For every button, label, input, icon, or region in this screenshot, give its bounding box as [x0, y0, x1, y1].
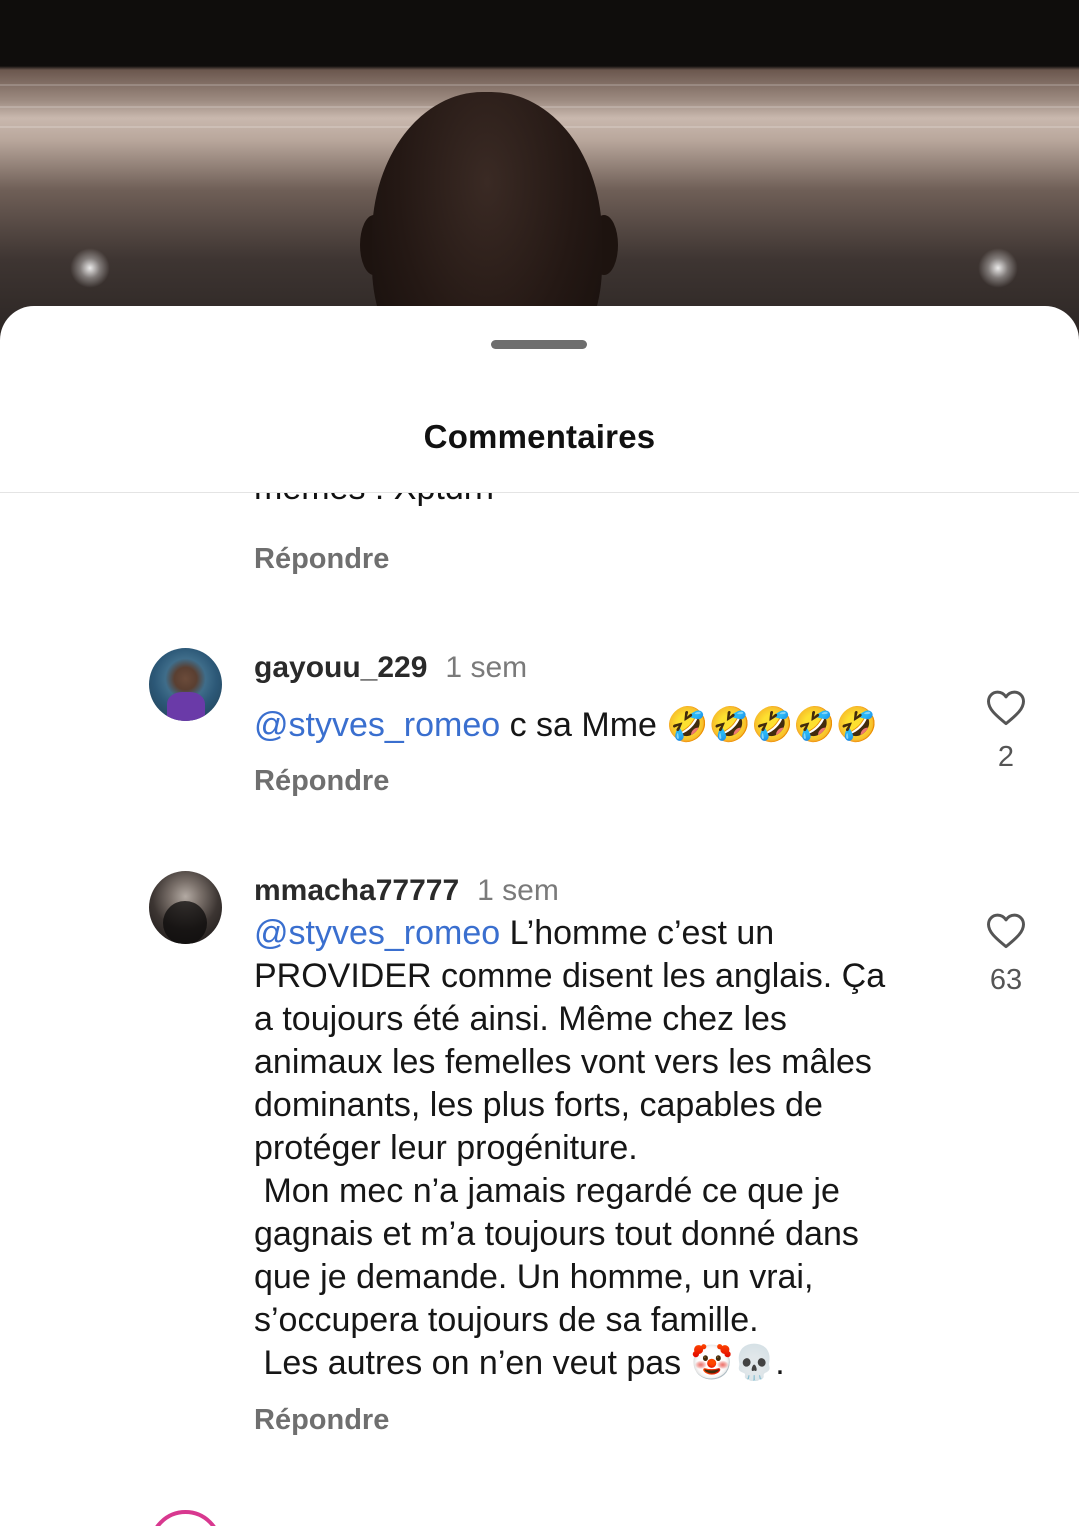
- heart-outline-icon[interactable]: [985, 910, 1027, 950]
- comment-body: c sa Mme 🤣🤣🤣🤣🤣: [500, 706, 879, 744]
- user-avatar-next[interactable]: [149, 1510, 222, 1526]
- comment-time: 1 sem: [445, 651, 528, 684]
- comment-text: @styves_romeo c sa Mme 🤣🤣🤣🤣🤣: [254, 704, 944, 747]
- reply-button[interactable]: Répondre: [254, 1404, 389, 1437]
- comment-time: 1 sem: [477, 874, 559, 907]
- comment-meta: mmacha77777 1 sem: [254, 874, 559, 914]
- window-blind-line: [0, 84, 1079, 86]
- ceiling-light: [978, 248, 1018, 288]
- comments-list[interactable]: memes ! Xptdrrr Répondre gayouu_229 1 sem…: [0, 493, 1079, 1526]
- like-control: 2: [966, 687, 1046, 774]
- reply-button[interactable]: Répondre: [254, 543, 389, 576]
- mention-link[interactable]: @styves_romeo: [254, 914, 500, 952]
- reply-button[interactable]: Répondre: [254, 765, 389, 798]
- comment-username[interactable]: mmacha77777: [254, 874, 459, 907]
- person-in-video: [372, 92, 602, 340]
- video-background[interactable]: [0, 0, 1079, 340]
- comments-sheet: Commentaires memes ! Xptdrrr Répondre ga…: [0, 306, 1079, 1526]
- like-count: 63: [989, 964, 1023, 996]
- like-count: 2: [997, 741, 1015, 773]
- sheet-title: Commentaires: [423, 418, 656, 455]
- comment-username[interactable]: gayouu_229: [254, 651, 427, 684]
- heart-outline-icon[interactable]: [985, 687, 1027, 727]
- user-avatar[interactable]: [149, 871, 222, 944]
- comment-text-partial: memes ! Xptdrrr: [254, 493, 498, 508]
- user-avatar[interactable]: [149, 648, 222, 721]
- mention-link[interactable]: @styves_romeo: [254, 706, 500, 744]
- comment-meta: gayouu_229 1 sem: [254, 651, 527, 691]
- reels-comments-screen: Commentaires memes ! Xptdrrr Répondre ga…: [0, 0, 1079, 1526]
- comment-body: L’homme c’est un PROVIDER comme disent l…: [254, 914, 886, 1382]
- ceiling-light: [70, 248, 110, 288]
- like-control: 63: [966, 910, 1046, 997]
- comment-text: @styves_romeo L’homme c’est un PROVIDER …: [254, 912, 944, 1385]
- drag-handle[interactable]: [491, 340, 587, 349]
